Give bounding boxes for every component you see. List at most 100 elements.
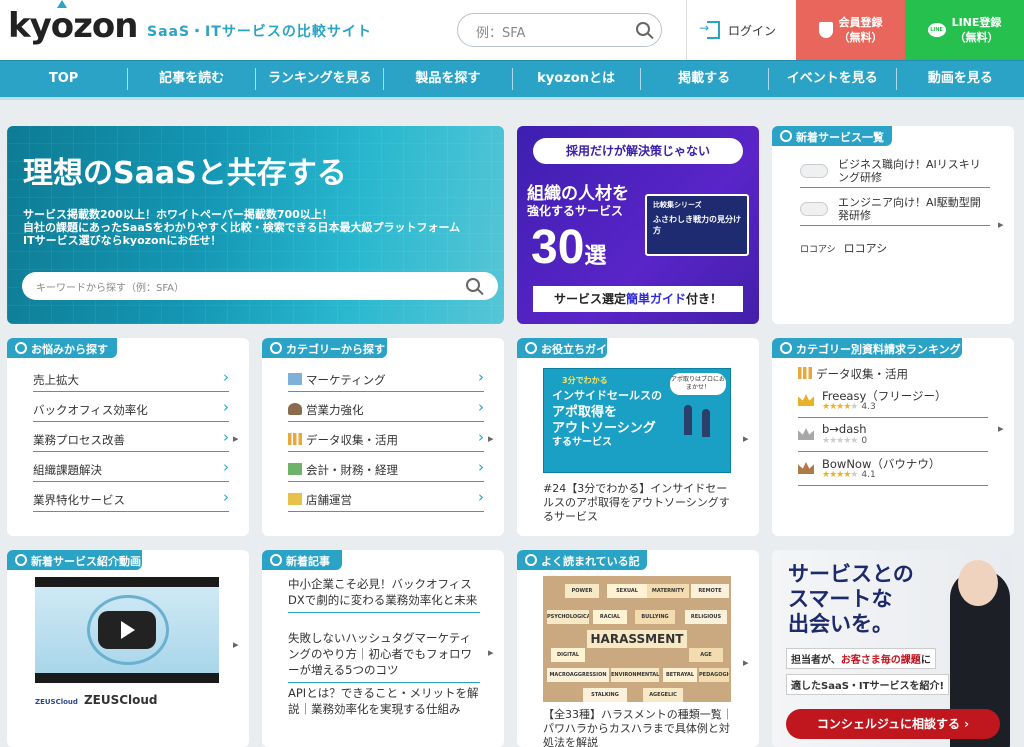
- sticky-note: AGEGELIC: [643, 688, 683, 702]
- category-item[interactable]: 会計・財務・経理 ›: [288, 458, 484, 482]
- chevron-right-icon[interactable]: ▸: [998, 218, 1004, 231]
- banner-subtitle: 強化するサービス: [527, 204, 624, 218]
- news-item[interactable]: 中小企業こそ必見！バックオフィスDXで劇的に変わる業務効率化と未来: [288, 576, 480, 613]
- login-icon: [699, 21, 720, 39]
- chevron-right-icon[interactable]: ▸: [488, 432, 494, 445]
- rating-score: 4.1: [861, 470, 876, 480]
- hero-search-input[interactable]: キーワードから探す（例：SFA）: [22, 272, 498, 300]
- worry-item[interactable]: 売上拡大 ›: [33, 368, 229, 392]
- sticky-note: POWER: [565, 584, 599, 598]
- login-button[interactable]: ログイン: [686, 0, 796, 60]
- news-title: 新着記事: [262, 550, 342, 570]
- rating-score: 4.3: [861, 402, 876, 412]
- chevron-right-icon[interactable]: ▸: [998, 422, 1004, 435]
- guide-card: お役立ちガイド 3分でわかる インサイドセールスの アポ取得を アウトソーシング…: [517, 338, 759, 536]
- chevron-right-icon[interactable]: ▸: [233, 638, 239, 651]
- video-player[interactable]: [35, 577, 219, 683]
- worry-label: バックオフィス効率化: [33, 403, 148, 417]
- worry-item[interactable]: 業界特化サービス ›: [33, 488, 229, 512]
- harassment-thumbnail[interactable]: POWER SEXUALMATERNITYREMOTE PSYCHOLOGICAL R…: [543, 576, 731, 702]
- worries-card: お悩みから探す 売上拡大 › バックオフィス効率化 › 業務プロセス改善 › 組織課題…: [7, 338, 249, 536]
- guide-img-line4: するサービス: [552, 437, 612, 448]
- worry-label: 売上拡大: [33, 373, 79, 387]
- category-item[interactable]: 営業力強化 ›: [288, 398, 484, 422]
- nav-articles[interactable]: 記事を読む: [128, 68, 257, 90]
- sticky-note: RACIAL: [593, 610, 627, 624]
- concierge-line1: サービスとの: [788, 562, 914, 586]
- worry-item[interactable]: 組織課題解決 ›: [33, 458, 229, 482]
- line-icon: LINE: [927, 23, 946, 37]
- header-search-input[interactable]: 例：SFA: [457, 13, 662, 47]
- new-service-item[interactable]: ロコアシ ロコアシ: [800, 240, 990, 256]
- banner-number: 30選: [531, 220, 606, 275]
- chevron-right-icon: ›: [223, 368, 229, 386]
- news-item[interactable]: APIとは？できること・メリットを解説｜業務効率化を実現する仕組み: [288, 685, 480, 717]
- category-item[interactable]: データ収集・活用 ›: [288, 428, 484, 452]
- chevron-right-icon[interactable]: ▸: [743, 656, 749, 669]
- header-search-placeholder: 例：SFA: [476, 26, 526, 41]
- site-logo[interactable]: kyozon: [8, 0, 138, 46]
- ranking-title: カテゴリー別資料請求ランキング: [772, 338, 962, 358]
- member-register-button[interactable]: 会員登録 （無料）: [796, 0, 905, 60]
- nav-events[interactable]: イベントを見る: [769, 68, 897, 90]
- nav-videos[interactable]: 動画を見る: [897, 68, 1024, 90]
- video-caption[interactable]: ZEUSCloud ZEUSCloud: [35, 693, 158, 707]
- video-title: 新着サービス紹介動画: [7, 550, 142, 570]
- guide-thumbnail[interactable]: 3分でわかる インサイドセールスの アポ取得を アウトソーシング するサービス …: [543, 368, 731, 473]
- sticky-note: STALKING: [583, 688, 627, 702]
- chevron-right-icon[interactable]: ▸: [233, 432, 239, 445]
- category-item[interactable]: マーケティング ›: [288, 368, 484, 392]
- search-icon[interactable]: [466, 278, 480, 292]
- hero-banner: 理想のSaaSと共存する サービス掲載数200以上！ホワイトペーパー掲載数700…: [7, 126, 504, 324]
- search-icon[interactable]: [636, 22, 650, 36]
- nav-top[interactable]: TOP: [0, 68, 129, 90]
- worry-item[interactable]: 業務プロセス改善 ›: [33, 428, 229, 452]
- line-register-button[interactable]: LINE LINE登録 （無料）: [905, 0, 1024, 60]
- line-free-label: （無料）: [954, 31, 999, 44]
- login-label: ログイン: [727, 23, 776, 38]
- popular-title: よく読まれている記事: [517, 550, 647, 584]
- new-service-item[interactable]: ビジネス職向け！AIリスキリング研修: [800, 158, 990, 188]
- marketing-icon: [288, 373, 302, 385]
- nav-products[interactable]: 製品を探す: [384, 68, 513, 90]
- nav-listing[interactable]: 掲載する: [641, 68, 769, 90]
- person-figure: [702, 409, 710, 437]
- category-label: データ収集・活用: [306, 433, 398, 447]
- new-service-item[interactable]: エンジニア向け！AI駆動型開発研修: [800, 196, 990, 226]
- chevron-right-icon[interactable]: ▸: [743, 432, 749, 445]
- concierge-text2: 適したSaaS・ITサービスを紹介!: [786, 674, 950, 695]
- hero-line3: ITサービス選びならkyozonにお任せ！: [23, 234, 222, 247]
- popular-caption[interactable]: 【全33種】ハラスメントの種類一覧｜パワハラからカスハラまで具体例と対処法を解説: [543, 708, 733, 747]
- member-label: 会員登録: [838, 16, 883, 29]
- category-item[interactable]: 店舗運営 ›: [288, 488, 484, 512]
- promo-banner[interactable]: 採用だけが解決策じゃない 組織の人材を 強化するサービス 30選 比較集シリーズ…: [517, 126, 759, 324]
- sticky-note: HARASSMENT: [587, 630, 687, 648]
- rating-stars: ★★★★★ 4.3: [822, 402, 876, 412]
- news-item[interactable]: 失敗しないハッシュタグマーケティングのやり方｜初心者でもフォロワーが増える5つの…: [288, 630, 480, 683]
- banner-bottom-c: 付き！: [686, 292, 723, 306]
- worry-item[interactable]: バックオフィス効率化 ›: [33, 398, 229, 422]
- chevron-right-icon: ›: [223, 488, 229, 506]
- chevron-right-icon: ›: [478, 398, 484, 416]
- ranking-item-name: b→dash: [822, 422, 867, 436]
- sticky-note: PEDAGOGICAL: [699, 668, 729, 682]
- filled-stars: ★★★★: [822, 402, 851, 412]
- member-free-label: （無料）: [838, 31, 883, 44]
- sticky-note: MACROAGGRESSION: [547, 668, 609, 682]
- ranking-item[interactable]: b→dash ★★★★★ 0: [798, 422, 988, 452]
- chevron-right-icon: ›: [478, 458, 484, 476]
- guide-caption[interactable]: #24【3分でわかる】インサイドセールスのアポ取得をアウトソーシングするサービス: [543, 482, 733, 524]
- ranking-item[interactable]: Freeasy（フリージー） ★★★★★ 4.3: [798, 388, 988, 418]
- category-label: 店舗運営: [306, 493, 352, 507]
- sticky-note: AGE: [689, 648, 723, 662]
- category-label: 会計・財務・経理: [306, 463, 398, 477]
- concierge-button[interactable]: コンシェルジュに相談する ›: [786, 709, 1000, 739]
- nav-ranking[interactable]: ランキングを見る: [256, 68, 385, 90]
- nav-about[interactable]: kyozonとは: [513, 68, 641, 90]
- ranking-item[interactable]: BowNow（バウナウ） ★★★★★ 4.1: [798, 456, 988, 486]
- chevron-right-icon[interactable]: ▸: [488, 646, 494, 659]
- sales-icon: [288, 403, 302, 415]
- concierge-banner[interactable]: サービスとの スマートな 出会いを。 担当者が、お客さま毎の課題に 適したSaa…: [772, 550, 1014, 747]
- empty-stars: ★: [850, 470, 858, 480]
- popular-card: よく読まれている記事 POWER SEXUAL MATERNITY REMOTE PSY…: [517, 550, 759, 747]
